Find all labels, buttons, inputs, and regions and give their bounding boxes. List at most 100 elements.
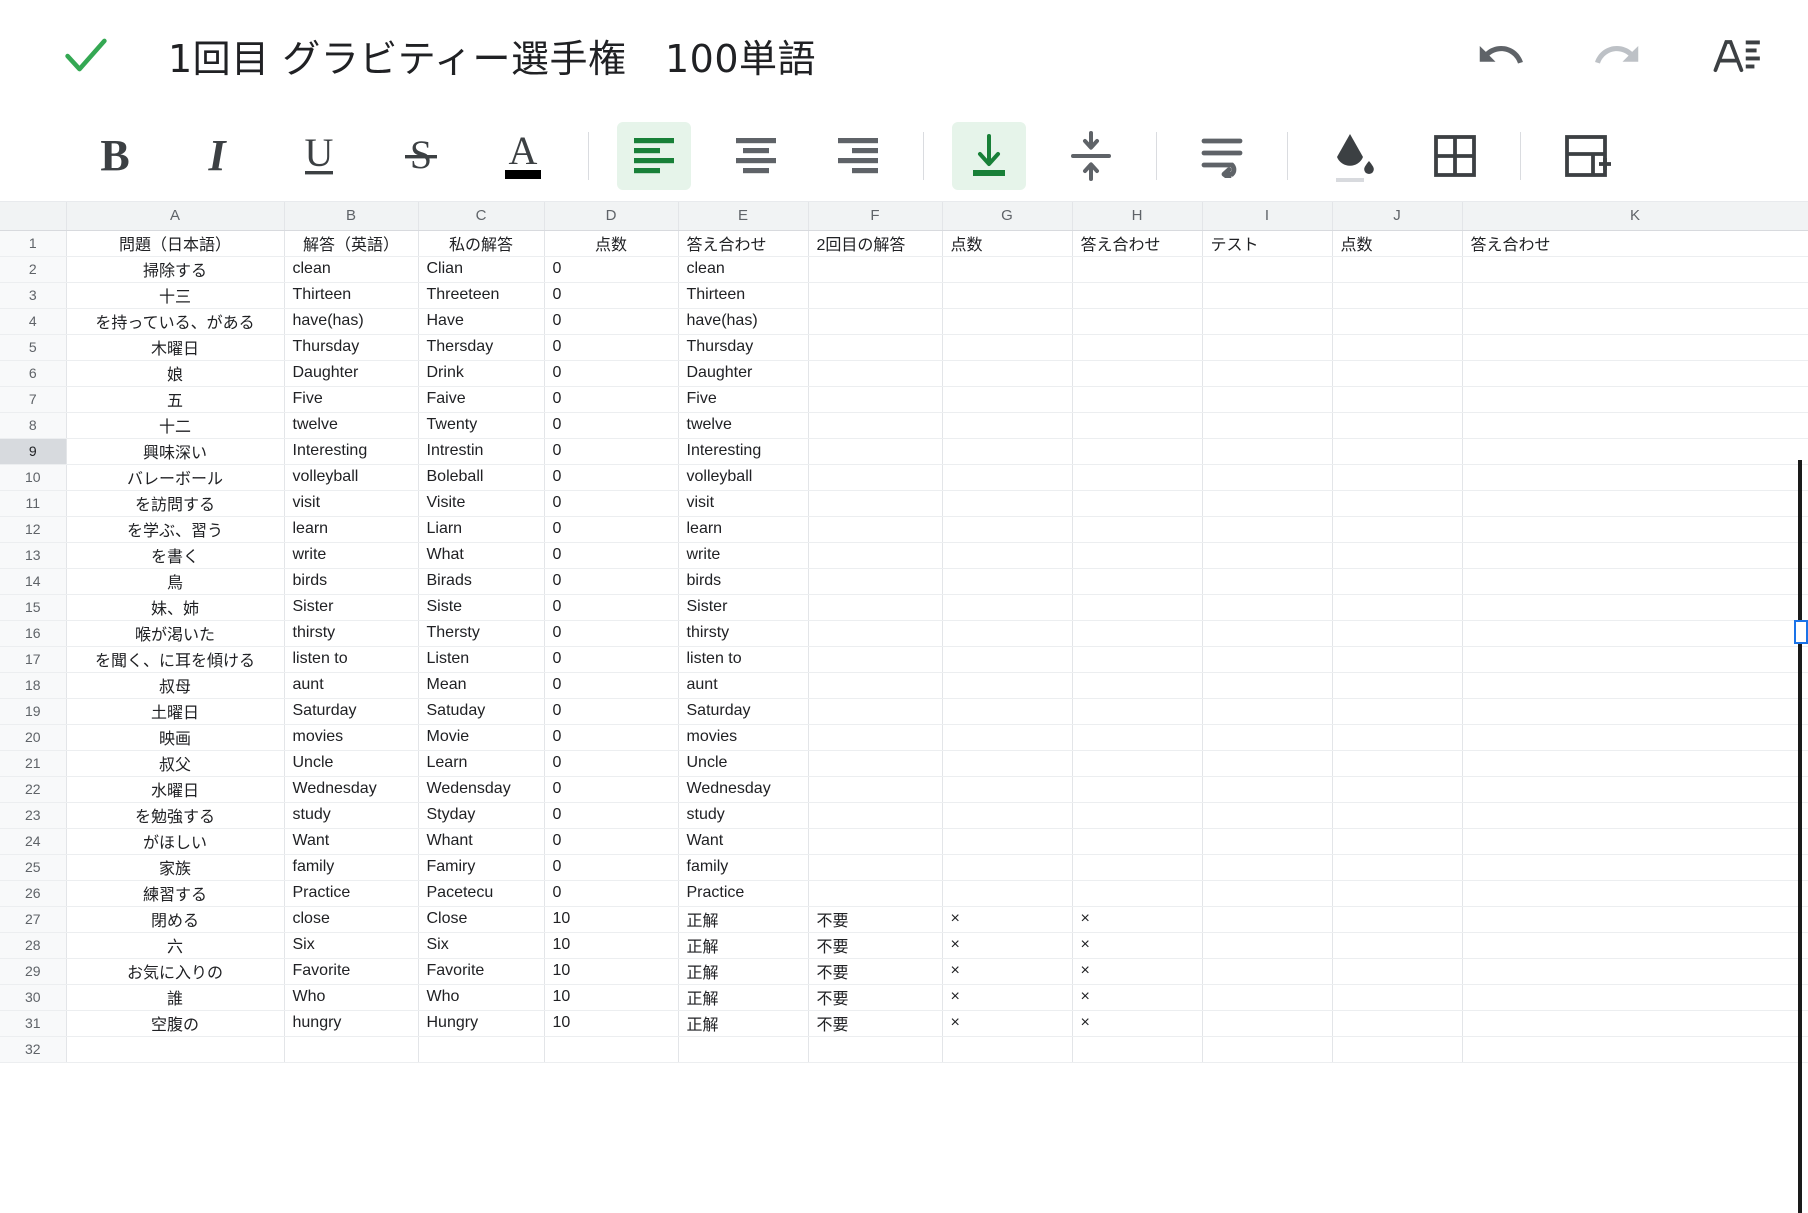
cell-c9[interactable]: Intrestin (418, 438, 545, 465)
cell-d22[interactable]: 0 (544, 776, 679, 803)
cell-h14[interactable] (1072, 568, 1203, 595)
cell-d14[interactable]: 0 (544, 568, 679, 595)
cell-i26[interactable] (1202, 880, 1333, 907)
cell-c24[interactable]: Whant (418, 828, 545, 855)
cell-e11[interactable]: visit (678, 490, 809, 517)
cell-i13[interactable] (1202, 542, 1333, 569)
cell-d17[interactable]: 0 (544, 646, 679, 673)
cell-e26[interactable]: Practice (678, 880, 809, 907)
cell-k27[interactable] (1462, 906, 1808, 933)
cell-b7[interactable]: Five (284, 386, 419, 413)
cell-d25[interactable]: 0 (544, 854, 679, 881)
cell-a14[interactable]: 鳥 (66, 568, 285, 595)
row-number[interactable]: 15 (0, 594, 67, 621)
row-number[interactable]: 6 (0, 360, 67, 387)
cell-k16[interactable] (1462, 620, 1808, 647)
cell-d21[interactable]: 0 (544, 750, 679, 777)
cell-g7[interactable] (942, 386, 1073, 413)
cell-k19[interactable] (1462, 698, 1808, 725)
row-number[interactable]: 31 (0, 1010, 67, 1037)
cell-c22[interactable]: Wedensday (418, 776, 545, 803)
cell-h4[interactable] (1072, 308, 1203, 335)
cell-a31[interactable]: 空腹の (66, 1010, 285, 1037)
cell-f15[interactable] (807, 594, 943, 621)
cell-i3[interactable] (1202, 282, 1333, 309)
cell-k28[interactable] (1462, 932, 1808, 959)
cell-e16[interactable]: thirsty (678, 620, 809, 647)
cell-i12[interactable] (1202, 516, 1333, 543)
cell-d1[interactable]: 点数 (544, 230, 679, 257)
cell-f7[interactable] (807, 386, 943, 413)
column-header-g[interactable]: G (942, 202, 1073, 231)
cell-f30[interactable]: 不要 (807, 984, 943, 1011)
cell-a26[interactable]: 練習する (66, 880, 285, 907)
cell-j15[interactable] (1332, 594, 1463, 621)
cell-f31[interactable]: 不要 (807, 1010, 943, 1037)
row-number[interactable]: 28 (0, 932, 67, 959)
cell-g27[interactable]: × (942, 906, 1073, 933)
cell-f27[interactable]: 不要 (807, 906, 943, 933)
cell-b8[interactable]: twelve (284, 412, 419, 439)
redo-icon[interactable] (1590, 27, 1646, 83)
cell-i25[interactable] (1202, 854, 1333, 881)
cell-d3[interactable]: 0 (544, 282, 679, 309)
cell-d16[interactable]: 0 (544, 620, 679, 647)
cell-a13[interactable]: を書く (66, 542, 285, 569)
cell-d24[interactable]: 0 (544, 828, 679, 855)
cell-g6[interactable] (942, 360, 1073, 387)
table-row[interactable]: 2 掃除する clean Clian 0 clean (0, 256, 1808, 283)
cell-h10[interactable] (1072, 464, 1203, 491)
selection-handle[interactable] (1794, 620, 1808, 644)
cell-g9[interactable] (942, 438, 1073, 465)
cell-a27[interactable]: 閉める (66, 906, 285, 933)
merge-cells-button[interactable] (1549, 122, 1623, 190)
cell-h7[interactable] (1072, 386, 1203, 413)
cell-f2[interactable] (807, 256, 943, 283)
cell-h16[interactable] (1072, 620, 1203, 647)
cell-g12[interactable] (942, 516, 1073, 543)
cell-f14[interactable] (807, 568, 943, 595)
row-number[interactable]: 3 (0, 282, 67, 309)
cell-f19[interactable] (807, 698, 943, 725)
column-header-c[interactable]: C (418, 202, 545, 231)
cell-j18[interactable] (1332, 672, 1463, 699)
cell-f21[interactable] (807, 750, 943, 777)
cell-f9[interactable] (807, 438, 943, 465)
cell-c29[interactable]: Favorite (418, 958, 545, 985)
cell-e13[interactable]: write (678, 542, 809, 569)
cell-i24[interactable] (1202, 828, 1333, 855)
cell-f8[interactable] (807, 412, 943, 439)
cell-d9[interactable]: 0 (544, 438, 679, 465)
cell-a11[interactable]: を訪問する (66, 490, 285, 517)
cell-e1[interactable]: 答え合わせ (678, 230, 809, 257)
cell-c18[interactable]: Mean (418, 672, 545, 699)
cell-b12[interactable]: learn (284, 516, 419, 543)
cell-e30[interactable]: 正解 (678, 984, 809, 1011)
cell-c17[interactable]: Listen (418, 646, 545, 673)
cell-g4[interactable] (942, 308, 1073, 335)
cell-d18[interactable]: 0 (544, 672, 679, 699)
cell-a18[interactable]: 叔母 (66, 672, 285, 699)
cell-j28[interactable] (1332, 932, 1463, 959)
cell-h22[interactable] (1072, 776, 1203, 803)
cell-k18[interactable] (1462, 672, 1808, 699)
cell-a22[interactable]: 水曜日 (66, 776, 285, 803)
cell-j20[interactable] (1332, 724, 1463, 751)
cell-k23[interactable] (1462, 802, 1808, 829)
cell-k10[interactable] (1462, 464, 1808, 491)
cell-d28[interactable]: 10 (544, 932, 679, 959)
cell-a2[interactable]: 掃除する (66, 256, 285, 283)
row-number[interactable]: 7 (0, 386, 67, 413)
cell-d30[interactable]: 10 (544, 984, 679, 1011)
cell-k30[interactable] (1462, 984, 1808, 1011)
cell-a16[interactable]: 喉が渇いた (66, 620, 285, 647)
cell-a3[interactable]: 十三 (66, 282, 285, 309)
cell-a15[interactable]: 妹、姉 (66, 594, 285, 621)
table-row[interactable]: 21 叔父 Uncle Learn 0 Uncle (0, 750, 1808, 777)
table-row[interactable]: 30 誰 Who Who 10 正解 不要 × × (0, 984, 1808, 1011)
cell-a1[interactable]: 問題（日本語） (66, 230, 285, 257)
cell-j21[interactable] (1332, 750, 1463, 777)
row-number[interactable]: 26 (0, 880, 67, 907)
cell-i11[interactable] (1202, 490, 1333, 517)
row-number[interactable]: 22 (0, 776, 67, 803)
